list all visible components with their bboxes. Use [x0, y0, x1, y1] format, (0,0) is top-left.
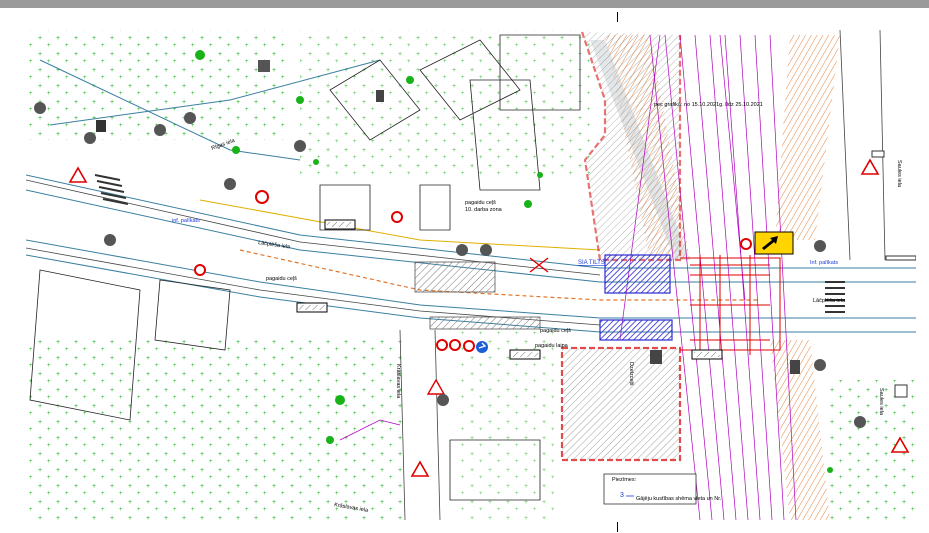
warning-triangle-icon — [426, 378, 446, 395]
embankment-slope — [775, 35, 840, 240]
info-sign-icon — [437, 394, 449, 406]
ped-path-label-1: pagaidu ceļš — [266, 276, 297, 282]
street-label-main-right: Lāčplēša iela — [813, 298, 846, 304]
info-sign-icon — [480, 244, 492, 256]
info-sign-icon — [154, 124, 166, 136]
warning-triangle-icon — [68, 166, 88, 183]
no-entry-icon — [463, 340, 475, 352]
traffic-light-icon — [790, 360, 800, 374]
vegetation-area — [26, 30, 286, 140]
legend-title: Piezīmes: — [612, 477, 637, 483]
no-entry-icon — [436, 339, 448, 351]
info-board-label-2: Inf. palīkats — [810, 260, 838, 266]
no-entry-icon — [194, 264, 206, 276]
info-sign-icon — [184, 112, 196, 124]
detour-warning-sign — [754, 231, 794, 255]
legend-item: Gājēju kustības shēma vieta un Nr. — [636, 496, 722, 502]
info-sign-icon — [258, 60, 270, 72]
info-sign-icon — [224, 178, 236, 190]
traffic-light-icon — [650, 350, 662, 364]
site-plan-svg: + + — [26, 30, 916, 520]
ped-path-label-2: pagaidu ceļš — [540, 328, 571, 334]
no-entry-icon — [391, 211, 403, 223]
warning-triangle-icon — [410, 460, 430, 477]
no-entry-icon — [449, 339, 461, 351]
schedule-label: pec grafikā: no 15.10.2021g. līdz 25.10.… — [654, 102, 763, 108]
info-sign-icon — [96, 120, 106, 132]
street-label-kr-side: Krāslavas iela — [395, 364, 401, 399]
info-sign-icon — [34, 102, 46, 114]
closed-lane-zone — [414, 261, 496, 293]
info-sign-icon — [294, 140, 306, 152]
bridge-work-zone — [599, 319, 673, 341]
info-sign-icon — [814, 359, 826, 371]
street-label-far-right: Saules iela — [896, 160, 902, 188]
vegetation-area — [300, 30, 590, 180]
work-zone-label: pagaidu ceļš 10. darba zona — [465, 200, 503, 213]
bridge-work-zone — [604, 254, 671, 294]
street-label-far-right2: Saules iela — [878, 388, 884, 416]
ped-bridge-label: pagaidu laipa — [535, 343, 569, 349]
crop-mark-top — [617, 12, 618, 22]
closed-lane-zone — [429, 316, 541, 330]
legend-number: 3 — [620, 492, 624, 499]
street-label-main-left: Lāčplēša iela — [258, 240, 292, 251]
work-zone-hatched — [580, 31, 682, 262]
warning-triangle-icon — [860, 158, 880, 175]
top-title-bar — [0, 0, 929, 8]
no-entry-icon — [740, 238, 752, 250]
info-sign-icon — [854, 416, 866, 428]
info-sign-icon — [84, 132, 96, 144]
no-entry-icon — [255, 190, 269, 204]
traffic-light-icon — [376, 90, 384, 102]
vegetation-area — [26, 340, 406, 520]
rail-label: Dzelzceļš — [628, 362, 634, 386]
map-sheet: + + — [26, 30, 916, 520]
sia-tilts-label: SIA TILTS — [578, 260, 605, 266]
info-sign-icon — [894, 384, 908, 398]
info-sign-icon — [814, 240, 826, 252]
info-sign-icon — [104, 234, 116, 246]
crop-mark-bottom — [617, 522, 618, 532]
work-zone-hatched — [560, 346, 682, 462]
info-sign-icon — [456, 244, 468, 256]
info-board-label-1: inf. palīkats — [172, 218, 200, 224]
